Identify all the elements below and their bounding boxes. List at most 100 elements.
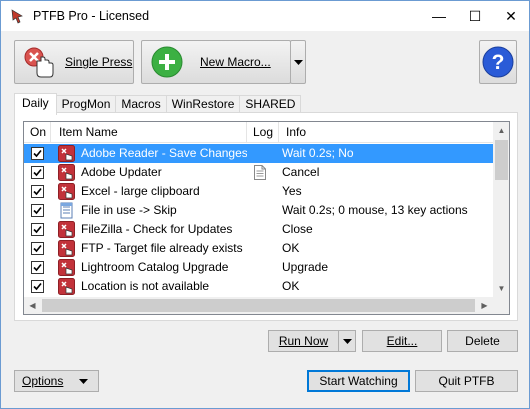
window-controls: — ☐ ✕ [421,1,529,31]
options-label: Options [22,374,64,388]
scrollbar-corner [493,297,509,314]
question-mark-icon: ? [482,46,514,78]
checkmark-icon [33,187,42,196]
plus-circle-icon [151,46,183,78]
start-watching-button[interactable]: Start Watching [307,370,410,392]
scroll-left-arrow-icon[interactable]: ◀ [24,297,41,314]
horizontal-scrollbar[interactable]: ◀ ▶ [24,297,493,314]
row-item-name: File in use -> Skip [81,203,177,217]
ptfb-macro-icon [58,278,75,295]
tab-daily[interactable]: Daily [14,93,57,115]
row-checkbox[interactable] [31,242,44,255]
horizontal-scroll-thumb[interactable] [42,299,475,312]
start-watching-label: Start Watching [319,374,398,388]
new-macro-button[interactable]: New Macro... [141,40,291,84]
chevron-down-icon [293,59,303,65]
column-header-info[interactable]: Info [279,122,493,143]
column-header-on[interactable]: On [24,122,51,143]
row-checkbox[interactable] [31,204,44,217]
table-row[interactable]: Location is not available OK [24,277,493,296]
row-info: Upgrade [282,260,329,274]
row-checkbox[interactable] [31,185,44,198]
title-bar[interactable]: PTFB Pro - Licensed — ☐ ✕ [1,1,529,31]
row-info: OK [282,279,300,293]
row-item-name: Adobe Updater [81,165,162,179]
scroll-right-arrow-icon[interactable]: ▶ [476,297,493,314]
hand-click-icon [24,47,54,78]
delete-label: Delete [465,334,500,348]
row-item-name: Lightroom Catalog Upgrade [81,260,229,274]
quit-button[interactable]: Quit PTFB [415,370,518,392]
edit-button[interactable]: Edit... [362,330,442,352]
ptfb-macro-icon [58,240,75,257]
quit-label: Quit PTFB [438,374,495,388]
ptfb-macro-icon [58,164,75,181]
row-item-name: FTP - Target file already exists [81,241,243,255]
column-header-item-name[interactable]: Item Name [51,122,247,143]
tab-strip: Daily ProgMon Macros WinRestore SHARED [14,93,302,115]
single-press-button[interactable]: Single Press [14,40,134,84]
row-info: Close [282,222,313,236]
maximize-button[interactable]: ☐ [457,1,493,31]
vertical-scroll-thumb[interactable] [495,140,508,180]
table-row[interactable]: FTP - Target file already exists OK [24,239,493,258]
table-row[interactable]: FileZilla - Check for Updates Close [24,220,493,239]
ptfb-macro-icon [58,183,75,200]
minimize-button[interactable]: — [421,1,457,31]
table-row[interactable]: File in use -> Skip Wait 0.2s; 0 mouse, 1… [24,201,493,220]
scroll-down-arrow-icon[interactable]: ▼ [493,280,509,297]
checkmark-icon [33,149,42,158]
new-macro-dropdown-button[interactable] [290,40,306,84]
ptfb-app-icon [11,9,23,24]
checkmark-icon [33,206,42,215]
checkmark-icon [33,282,42,291]
checkmark-icon [33,168,42,177]
row-item-name: Adobe Reader - Save Changes? [81,146,247,160]
svg-text:?: ? [492,51,505,74]
app-window: PTFB Pro - Licensed — ☐ ✕ Single Press N… [0,0,530,409]
chevron-down-icon [79,378,89,384]
table-row[interactable]: Adobe Reader - Save Changes? Wait 0.2s; N… [24,144,493,163]
ptfb-macro-icon [58,221,75,238]
row-checkbox[interactable] [31,280,44,293]
options-button[interactable]: Options [14,370,99,392]
row-info: Wait 0.2s; 0 mouse, 13 key actions [282,203,468,217]
chevron-down-icon [342,338,352,344]
row-checkbox[interactable] [31,166,44,179]
table-row[interactable]: Adobe Updater Cancel [24,163,493,182]
help-button[interactable]: ? [479,40,517,84]
row-checkbox[interactable] [31,147,44,160]
row-checkbox[interactable] [31,223,44,236]
row-item-name: Excel - large clipboard [81,184,200,198]
table-row[interactable]: Excel - large clipboard Yes [24,182,493,201]
table-row[interactable]: Lightroom Catalog Upgrade Upgrade [24,258,493,277]
row-checkbox[interactable] [31,261,44,274]
ptfb-macro-icon [58,259,75,276]
checkmark-icon [33,244,42,253]
ptfb-macro-icon [58,145,75,162]
list-header: On Item Name Log Info [24,122,493,143]
row-info: Wait 0.2s; No [282,146,354,160]
run-now-dropdown-button[interactable] [338,330,356,352]
tab-panel-daily: On Item Name Log Info Adobe Reader - Sav… [14,112,518,321]
vertical-scrollbar[interactable]: ▲ ▼ [493,122,509,297]
log-document-icon[interactable] [254,165,266,180]
window-title: PTFB Pro - Licensed [33,9,150,23]
macro-list[interactable]: On Item Name Log Info Adobe Reader - Sav… [23,121,510,315]
document-icon [60,202,73,219]
row-info: Yes [282,184,302,198]
row-item-name: Location is not available [81,279,210,293]
checkmark-icon [33,263,42,272]
new-macro-label: New Macro... [200,55,271,69]
run-now-button[interactable]: Run Now [268,330,339,352]
row-info: Cancel [282,165,320,179]
row-item-name: FileZilla - Check for Updates [81,222,233,236]
edit-label: Edit... [386,334,418,348]
row-info: OK [282,241,300,255]
scroll-up-arrow-icon[interactable]: ▲ [493,122,509,139]
close-button[interactable]: ✕ [493,1,529,31]
column-header-log[interactable]: Log [247,122,279,143]
run-now-label: Run Now [278,334,329,348]
checkmark-icon [33,225,42,234]
delete-button[interactable]: Delete [447,330,518,352]
